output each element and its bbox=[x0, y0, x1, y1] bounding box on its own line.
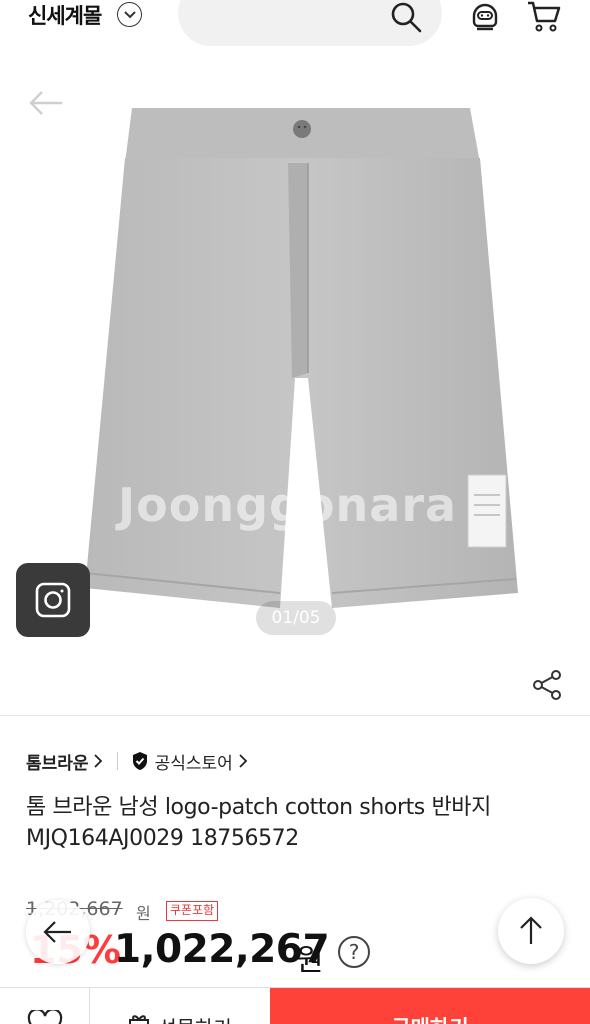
shield-check-icon bbox=[132, 752, 147, 770]
lens-search-button[interactable] bbox=[16, 563, 90, 637]
brand-row: 톰브라운 공식스토어 bbox=[26, 746, 248, 776]
product-image bbox=[84, 108, 518, 608]
original-price-unit: 원 bbox=[136, 904, 151, 923]
product-title: 톰 브라운 남성 logo-patch cotton shorts 반바지 MJ… bbox=[26, 795, 491, 851]
share-icon[interactable] bbox=[530, 668, 564, 702]
wishlist-button[interactable] bbox=[0, 988, 90, 1024]
gift-icon bbox=[129, 1015, 150, 1024]
cart-icon[interactable] bbox=[526, 0, 562, 34]
gift-button[interactable]: 선물하기 bbox=[90, 988, 270, 1024]
separator bbox=[116, 752, 118, 770]
coupon-badge: 쿠폰포함 bbox=[166, 901, 219, 921]
chevron-right-icon bbox=[93, 754, 102, 768]
image-counter: 01/05 bbox=[256, 601, 336, 635]
chevron-right-icon bbox=[239, 754, 248, 768]
arrow-up-icon bbox=[520, 916, 542, 944]
sale-price-unit: 원 bbox=[296, 943, 324, 978]
chatbot-icon[interactable] bbox=[468, 0, 502, 34]
site-switch-button[interactable] bbox=[117, 2, 142, 27]
top-header: 신세계몰 bbox=[0, 0, 590, 48]
floating-back-button[interactable] bbox=[26, 900, 90, 964]
scroll-to-top-button[interactable] bbox=[498, 898, 564, 964]
gift-label: 선물하기 bbox=[158, 1012, 232, 1024]
back-arrow-icon[interactable] bbox=[28, 88, 64, 118]
arrow-left-icon bbox=[43, 921, 71, 943]
price-help-icon[interactable]: ? bbox=[338, 936, 370, 968]
divider bbox=[0, 715, 590, 716]
chevron-down-icon bbox=[123, 10, 136, 18]
search-icon[interactable] bbox=[388, 0, 424, 36]
heart-icon bbox=[27, 1010, 62, 1024]
site-logo[interactable]: 신세계몰 bbox=[28, 0, 102, 30]
product-gallery[interactable]: Joonggonara 01/05 bbox=[0, 48, 590, 658]
official-store-link[interactable]: 공식스토어 bbox=[131, 749, 248, 774]
camera-icon bbox=[35, 582, 71, 618]
bottom-action-bar: 선물하기 구매하기 bbox=[0, 987, 590, 1024]
watermark: Joonggonara bbox=[118, 478, 458, 532]
buy-button[interactable]: 구매하기 bbox=[270, 988, 590, 1024]
official-store-label: 공식스토어 bbox=[154, 753, 233, 774]
brand-link[interactable]: 톰브라운 bbox=[26, 749, 89, 774]
